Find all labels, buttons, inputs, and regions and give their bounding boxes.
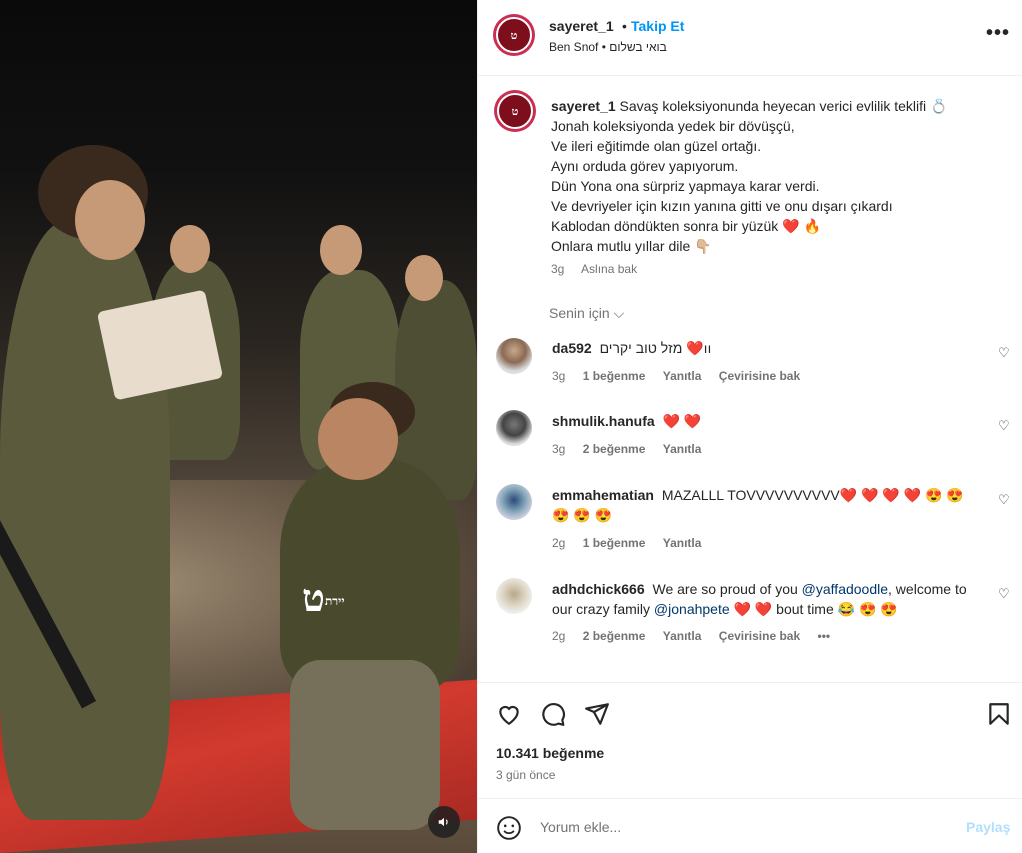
reply-button[interactable]: Yanıtla <box>663 369 702 383</box>
share-icon[interactable] <box>584 701 610 727</box>
heart-icon[interactable]: ♡ <box>998 418 1010 434</box>
bookmark-icon[interactable] <box>986 701 1012 727</box>
soldier-head <box>170 225 210 273</box>
avatar[interactable]: ט <box>493 14 535 56</box>
avatar-logo: ט <box>497 93 533 129</box>
post-header: ט sayeret_1 • Takip Et Ben Snof • בואי ב… <box>478 0 1022 76</box>
caption-line: Dün Yona ona sürpriz yapmaya karar verdi… <box>551 178 820 194</box>
heart-icon[interactable]: ♡ <box>998 345 1010 361</box>
see-translation-link[interactable]: Çevirisine bak <box>719 629 800 643</box>
comment-text: מזל טוב יקרים ❤️ıı <box>599 340 712 356</box>
more-options-icon[interactable]: ••• <box>986 22 1010 45</box>
post-actions: 10.341 beğenme 3 gün önce <box>478 682 1022 797</box>
caption-line: Jonah koleksiyonda yedek bir dövüşçü, <box>551 118 795 134</box>
comment-text: We are so proud of you <box>652 581 802 597</box>
avatar[interactable] <box>496 410 532 446</box>
comment-time: 3g <box>552 442 566 456</box>
comment-body: da592 מזל טוב יקרים ❤️ıı <box>552 338 992 358</box>
caption-line: Savaş koleksiyonunda heyecan verici evli… <box>619 98 948 114</box>
comment-meta: 2g 1 beğenme Yanıtla <box>552 536 715 550</box>
reply-button[interactable]: Yanıtla <box>663 536 702 550</box>
comment-time: 3g <box>552 369 566 383</box>
header-separator: • <box>622 18 627 34</box>
comment-likes[interactable]: 1 beğenme <box>583 369 646 383</box>
caption-line: Aynı orduda görev yapıyorum. <box>551 158 739 174</box>
avatar-logo: ט <box>496 17 532 53</box>
man-legs <box>290 660 440 830</box>
speaker-icon[interactable] <box>428 806 460 838</box>
comment-body: shmulik.hanufa ❤️ ❤️ <box>552 411 992 431</box>
comment-time: 2g <box>552 629 566 643</box>
caption-line: Ve devriyeler için kızın yanına gitti ve… <box>551 198 893 214</box>
comment-likes[interactable]: 1 beğenme <box>583 536 646 550</box>
follow-button[interactable]: Takip Et <box>631 18 684 34</box>
mention-link[interactable]: @yaffadoodle <box>802 581 888 597</box>
avatar[interactable] <box>496 338 532 374</box>
man-head <box>318 398 398 480</box>
comment-input[interactable] <box>540 815 940 839</box>
avatar[interactable] <box>496 484 532 520</box>
comment-text: ❤️ ❤️ bout time 😂 😍 😍 <box>729 601 898 617</box>
post-media[interactable]: יירתט <box>0 0 477 853</box>
comment-bubble-icon[interactable] <box>540 701 566 727</box>
avatar[interactable] <box>496 578 532 614</box>
see-translation-link[interactable]: Aslına bak <box>581 262 637 276</box>
comment-more-icon[interactable]: ••• <box>818 629 831 643</box>
comment-likes[interactable]: 2 beğenme <box>583 629 646 643</box>
comment-meta: 2g 2 beğenme Yanıtla Çevirisine bak ••• <box>552 629 844 643</box>
heart-icon[interactable]: ♡ <box>998 586 1010 602</box>
comment-username[interactable]: emmahematian <box>552 487 654 503</box>
comment-meta: 3g 1 beğenme Yanıtla Çevirisine bak <box>552 369 814 383</box>
comment-meta: 3g 2 beğenme Yanıtla <box>552 442 715 456</box>
comment-body: emmahematian MAZALLL TOVVVVVVVVVV❤️ ❤️ ❤… <box>552 485 977 525</box>
comment-username[interactable]: da592 <box>552 340 592 356</box>
caption-username[interactable]: sayeret_1 <box>551 98 616 114</box>
caption-meta: 3g Aslına bak <box>551 262 651 276</box>
post-comment-button[interactable]: Paylaş <box>966 819 1010 835</box>
comment-bar: Paylaş <box>478 798 1022 853</box>
likes-count[interactable]: 10.341 beğenme <box>496 745 604 761</box>
media-watermark: יירתט <box>302 575 345 620</box>
avatar[interactable]: ט <box>494 90 536 132</box>
caption-time: 3g <box>551 262 565 276</box>
reply-button[interactable]: Yanıtla <box>663 442 702 456</box>
see-translation-link[interactable]: Çevirisine bak <box>719 369 800 383</box>
comment-likes[interactable]: 2 beğenme <box>583 442 646 456</box>
caption-line: Onlara mutlu yıllar dile 👇🏼 <box>551 238 712 254</box>
reply-button[interactable]: Yanıtla <box>663 629 702 643</box>
comment-text: ❤️ ❤️ <box>662 413 702 429</box>
header-username[interactable]: sayeret_1 <box>549 18 614 34</box>
comment-time: 2g <box>552 536 566 550</box>
comment-username[interactable]: shmulik.hanufa <box>552 413 655 429</box>
comment-username[interactable]: adhdchick666 <box>552 581 645 597</box>
soldier-head <box>320 225 362 275</box>
post-time: 3 gün önce <box>496 768 556 782</box>
for-you-dropdown[interactable]: Senin için ⌵ <box>549 305 624 322</box>
emoji-icon[interactable] <box>496 815 522 841</box>
caption-line: Ve ileri eğitimde olan güzel ortağı. <box>551 138 762 154</box>
heart-icon[interactable]: ♡ <box>998 492 1010 508</box>
post-panel: ט sayeret_1 • Takip Et Ben Snof • בואי ב… <box>477 0 1022 853</box>
comment-body: adhdchick666 We are so proud of you @yaf… <box>552 579 987 619</box>
caption-line: Kablodan döndükten sonra bir yüzük ❤️ 🔥 <box>551 218 821 234</box>
mention-link[interactable]: @jonahpete <box>654 601 730 617</box>
like-heart-icon[interactable] <box>496 701 522 727</box>
header-subtitle[interactable]: Ben Snof • בואי בשלום <box>549 40 667 54</box>
post-caption: sayeret_1 Savaş koleksiyonunda heyecan v… <box>551 96 991 256</box>
woman-head <box>75 180 145 260</box>
comments-scroll[interactable]: ט sayeret_1 Savaş koleksiyonunda heyecan… <box>478 77 1022 682</box>
soldier-head <box>405 255 443 301</box>
